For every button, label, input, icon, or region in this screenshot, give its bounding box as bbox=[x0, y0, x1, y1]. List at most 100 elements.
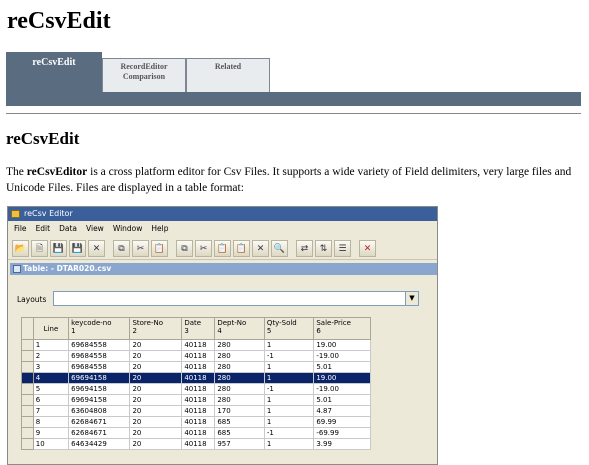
filter-icon[interactable]: ⇄ bbox=[296, 240, 313, 257]
table-cell[interactable]: 63604808 bbox=[68, 405, 131, 417]
table-row[interactable]: 8 62684671 20 40118 685 1 69.99 bbox=[21, 416, 371, 428]
table-cell[interactable]: 69.99 bbox=[313, 416, 371, 428]
table-cell[interactable]: 5 bbox=[32, 383, 70, 395]
table-view-icon[interactable]: ☰ bbox=[334, 240, 351, 257]
table-row[interactable]: 9 62684671 20 40118 685 -1 -69.99 bbox=[21, 427, 371, 439]
table-cell[interactable]: 69684558 bbox=[68, 350, 131, 362]
insert-record-icon[interactable]: 📋 bbox=[233, 240, 250, 257]
close-icon[interactable]: ✕ bbox=[359, 240, 376, 257]
row-selector[interactable] bbox=[21, 361, 34, 373]
table-cell[interactable]: 10 bbox=[32, 438, 70, 450]
column-header[interactable]: Qty-Sold 5 bbox=[263, 317, 315, 340]
table-cell[interactable]: 3.99 bbox=[313, 438, 371, 450]
column-header[interactable]: Line bbox=[32, 317, 70, 340]
table-cell[interactable]: 8 bbox=[32, 416, 70, 428]
table-cell[interactable]: 62684671 bbox=[68, 427, 131, 439]
column-header[interactable]: Date 3 bbox=[181, 317, 216, 340]
row-selector[interactable] bbox=[21, 350, 34, 362]
table-cell[interactable]: 1 bbox=[32, 339, 70, 351]
table-cell[interactable]: 685 bbox=[214, 427, 265, 439]
delete-record-icon[interactable]: ✕ bbox=[252, 240, 269, 257]
table-cell[interactable]: 957 bbox=[214, 438, 265, 450]
table-row[interactable]: 2 69684558 20 40118 280 -1 -19.00 bbox=[21, 350, 371, 362]
table-cell[interactable]: 280 bbox=[214, 394, 265, 406]
table-cell[interactable]: 20 bbox=[129, 383, 183, 395]
find-icon[interactable]: 🔍 bbox=[271, 240, 288, 257]
table-cell[interactable]: 20 bbox=[129, 438, 183, 450]
table-cell[interactable]: 19.00 bbox=[313, 339, 371, 351]
table-cell[interactable]: 280 bbox=[214, 361, 265, 373]
table-row[interactable]: 3 69684558 20 40118 280 1 5.01 bbox=[21, 361, 371, 373]
table-cell[interactable]: 1 bbox=[263, 339, 315, 351]
column-header[interactable]: Dept-No 4 bbox=[214, 317, 265, 340]
menu-file[interactable]: File bbox=[14, 222, 27, 236]
menu-edit[interactable]: Edit bbox=[36, 222, 51, 236]
table-row[interactable]: 10 64634429 20 40118 957 1 3.99 bbox=[21, 438, 371, 450]
new-file-icon[interactable]: 🗎 bbox=[31, 240, 48, 257]
menu-data[interactable]: Data bbox=[59, 222, 77, 236]
table-cell[interactable]: 20 bbox=[129, 427, 183, 439]
table-cell[interactable]: 3 bbox=[32, 361, 70, 373]
table-cell[interactable]: 1 bbox=[263, 438, 315, 450]
table-cell[interactable]: 7 bbox=[32, 405, 70, 417]
table-cell[interactable]: 1 bbox=[263, 405, 315, 417]
tab-recordeditor-comparison[interactable]: RecordEditor Comparison bbox=[102, 58, 186, 94]
table-cell[interactable]: 40118 bbox=[181, 416, 216, 428]
table-cell[interactable]: 4.87 bbox=[313, 405, 371, 417]
table-row[interactable]: 5 69694158 20 40118 280 -1 -19.00 bbox=[21, 383, 371, 395]
row-selector[interactable] bbox=[21, 383, 34, 395]
table-cell[interactable]: 40118 bbox=[181, 350, 216, 362]
table-cell[interactable]: 40118 bbox=[181, 372, 216, 384]
table-cell[interactable]: 20 bbox=[129, 339, 183, 351]
tab-related[interactable]: Related bbox=[186, 58, 270, 94]
row-selector[interactable] bbox=[21, 405, 34, 417]
table-cell[interactable]: 20 bbox=[129, 361, 183, 373]
table-cell[interactable]: 20 bbox=[129, 372, 183, 384]
paste-record-icon[interactable]: 📋 bbox=[214, 240, 231, 257]
table-cell[interactable]: 69694158 bbox=[68, 372, 131, 384]
cut-icon[interactable]: ✂ bbox=[132, 240, 149, 257]
table-row[interactable]: 1 69684558 20 40118 280 1 19.00 bbox=[21, 339, 371, 351]
row-selector[interactable] bbox=[21, 372, 34, 384]
copy-icon[interactable]: ⧉ bbox=[113, 240, 130, 257]
table-cell[interactable]: 6 bbox=[32, 394, 70, 406]
table-cell[interactable]: 280 bbox=[214, 383, 265, 395]
table-cell[interactable]: 5.01 bbox=[313, 361, 371, 373]
table-cell[interactable]: 1 bbox=[263, 394, 315, 406]
table-cell[interactable]: 40118 bbox=[181, 427, 216, 439]
table-cell[interactable]: 2 bbox=[32, 350, 70, 362]
table-cell[interactable]: -19.00 bbox=[313, 383, 371, 395]
row-selector[interactable] bbox=[21, 427, 34, 439]
menu-view[interactable]: View bbox=[86, 222, 104, 236]
sort-icon[interactable]: ⇅ bbox=[315, 240, 332, 257]
layouts-dropdown[interactable]: ▼ bbox=[53, 291, 419, 306]
row-selector[interactable] bbox=[21, 339, 34, 351]
table-cell[interactable]: 4 bbox=[32, 372, 70, 384]
table-row[interactable]: 6 69694158 20 40118 280 1 5.01 bbox=[21, 394, 371, 406]
table-cell[interactable]: 40118 bbox=[181, 383, 216, 395]
table-cell[interactable]: -69.99 bbox=[313, 427, 371, 439]
table-cell[interactable]: -1 bbox=[263, 427, 315, 439]
table-cell[interactable]: 40118 bbox=[181, 394, 216, 406]
table-cell[interactable]: 69694158 bbox=[68, 383, 131, 395]
table-cell[interactable]: 40118 bbox=[181, 361, 216, 373]
column-header[interactable]: Sale-Price 6 bbox=[313, 317, 371, 340]
table-cell[interactable]: 5.01 bbox=[313, 394, 371, 406]
table-cell[interactable]: 20 bbox=[129, 350, 183, 362]
table-cell[interactable]: 1 bbox=[263, 361, 315, 373]
chevron-down-icon[interactable]: ▼ bbox=[405, 292, 418, 305]
table-cell[interactable]: -1 bbox=[263, 350, 315, 362]
table-cell[interactable]: 69684558 bbox=[68, 361, 131, 373]
table-cell[interactable]: -19.00 bbox=[313, 350, 371, 362]
table-cell[interactable]: 20 bbox=[129, 416, 183, 428]
table-cell[interactable]: 64634429 bbox=[68, 438, 131, 450]
table-cell[interactable]: 170 bbox=[214, 405, 265, 417]
table-cell[interactable]: 685 bbox=[214, 416, 265, 428]
table-cell[interactable]: -1 bbox=[263, 383, 315, 395]
table-row[interactable]: 4 69694158 20 40118 280 1 19.00 bbox=[21, 372, 371, 384]
save-as-icon[interactable]: 💾 bbox=[69, 240, 86, 257]
tab-recsvedit[interactable]: reCsvEdit bbox=[6, 52, 102, 92]
menu-help[interactable]: Help bbox=[151, 222, 168, 236]
table-cell[interactable]: 20 bbox=[129, 405, 183, 417]
table-cell[interactable]: 62684671 bbox=[68, 416, 131, 428]
